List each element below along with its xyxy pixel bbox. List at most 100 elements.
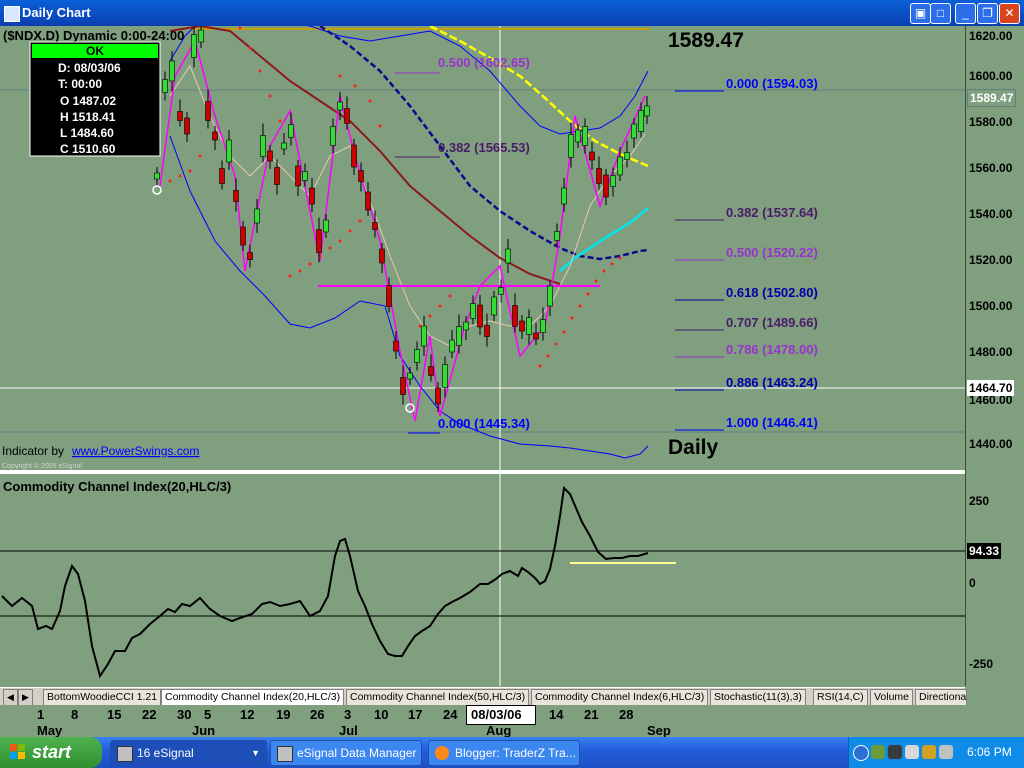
taskbar-esignal-label: 16 eSignal [137,746,194,760]
tray-volume-icon[interactable] [905,745,919,759]
fib-level-label: 0.000 (1594.03) [726,76,818,91]
candle-body [344,108,350,124]
candle-body [631,123,637,139]
window-maximize-button[interactable]: □ [930,3,951,24]
tab-bottomwoodiecci[interactable]: BottomWoodieCCI 1.21 [43,689,162,706]
close-button[interactable]: ✕ [999,3,1020,24]
date-axis[interactable]: 1 8 15 22 30 5 12 19 26 3 10 17 24 08/03… [0,705,1024,738]
tray-security-icon[interactable] [922,745,936,759]
candle-body [617,156,623,176]
candle-body [568,134,574,158]
taskbar-blogger[interactable]: Blogger: TraderZ Tra... [428,740,580,766]
candle-body [219,168,225,184]
taskbar-esignal[interactable]: 16 eSignal ▼ [110,740,267,766]
candle-body [169,60,175,82]
cursor-low: L 1484.60 [60,126,114,140]
month-label: Jun [192,723,216,738]
date-tick: 19 [276,707,291,722]
ok-label[interactable]: OK [86,44,104,58]
copyright-text: Copyright © 2005 eSignal [2,462,82,470]
date-tick: 1 [37,707,45,722]
date-tick: 24 [443,707,458,722]
price-axis[interactable]: 1620.00 1600.00 1580.00 1560.00 1540.00 … [965,26,1024,686]
tab-volume[interactable]: Volume [870,689,914,706]
study-tabs: ◀ ▶ BottomWoodieCCI 1.21 Commodity Chann… [0,687,967,706]
candle-body [540,319,546,333]
candle-body [575,129,581,143]
candle-body [260,135,266,157]
candle-body [421,325,427,347]
tray-app-icon[interactable] [888,745,902,759]
cursor-info-box: OK D: 08/03/06 T: 00:00 O 1487.02 H 1518… [29,41,161,157]
tab-cci-20[interactable]: Commodity Channel Index(20,HLC/3) [161,689,345,706]
price-chart[interactable]: 0.500 (1602.65) 0.382 (1565.53) 0.000 (1… [0,26,1024,686]
fib-level-label: 0.382 (1565.53) [438,140,530,155]
chart-app-icon [4,6,20,22]
candle-body [624,152,630,160]
chevron-down-icon: ▼ [251,748,260,758]
candle-body [162,79,168,93]
tab-cci-6[interactable]: Commodity Channel Index(6,HLC/3) [531,689,709,706]
candle-body [316,229,322,253]
window-restore-button[interactable]: ▣ [910,3,931,24]
date-tick: 12 [240,707,255,722]
data-manager-icon [277,746,293,762]
tab-scroll-right[interactable]: ▶ [18,689,33,706]
candle-body [498,287,504,295]
windows-logo-icon [10,744,26,760]
price-tick: 1500.00 [969,299,1013,313]
fib-level-label: 0.000 (1445.34) [438,416,530,431]
cursor-high: H 1518.41 [60,110,116,124]
period-label: Daily [668,436,719,459]
panel-separator[interactable] [0,470,965,474]
date-tick: 17 [408,707,423,722]
cci-title: Commodity Channel Index(20,HLC/3) [3,479,231,494]
price-tick: 1520.00 [969,253,1013,267]
candle-body [638,110,644,132]
tab-stochastic[interactable]: Stochastic(11(3),3) [710,689,806,706]
tray-expand-icon[interactable] [853,745,869,761]
date-tick: 28 [619,707,634,722]
maximize-button[interactable]: ❐ [977,3,998,24]
candle-body [393,340,399,352]
candle-body [274,167,280,185]
tray-network-icon[interactable] [871,745,885,759]
month-label: Sep [647,723,671,738]
date-tick: 21 [584,707,599,722]
date-tick: 10 [374,707,389,722]
candle-body [463,321,469,331]
taskbar-data-manager[interactable]: eSignal Data Manager [270,740,422,766]
candle-body [414,349,420,363]
tab-scroll-left[interactable]: ◀ [3,689,18,706]
tab-cci-50[interactable]: Commodity Channel Index(50,HLC/3) [346,689,530,706]
candle-body [449,339,455,353]
candle-body [519,320,525,332]
candle-body [365,191,371,211]
tray-monitor-icon[interactable] [939,745,953,759]
candle-body [596,168,602,184]
current-price-box: 1589.47 [967,89,1017,107]
candle-body [554,231,560,241]
candle-body [386,285,392,307]
tab-rsi[interactable]: RSI(14,C) [813,689,868,706]
candle-body [561,187,567,205]
candle-body [302,171,308,181]
candle-body [184,117,190,135]
tab-directional[interactable]: Directiona [915,689,967,706]
candle-body [512,305,518,327]
cursor-date: D: 08/03/06 [58,61,121,75]
cci-value-box: 94.33 [967,543,1002,559]
candle-body [154,172,160,180]
symbol-label: ($NDX.D) Dynamic 0:00-24:00 [3,28,184,43]
cci-tick: 0 [969,576,976,590]
cursor-close: C 1510.60 [60,142,116,156]
candle-body [267,150,273,162]
powerswings-link[interactable]: www.PowerSwings.com [71,444,199,458]
taskbar-data-manager-label: eSignal Data Manager [297,746,417,760]
candle-body [610,175,616,187]
start-button[interactable]: start [0,737,102,768]
candle-body [330,126,336,146]
fib-level-label: 1.000 (1446.41) [726,415,818,430]
fib-level-label: 0.500 (1602.65) [438,55,530,70]
minimize-button[interactable]: _ [955,3,976,24]
